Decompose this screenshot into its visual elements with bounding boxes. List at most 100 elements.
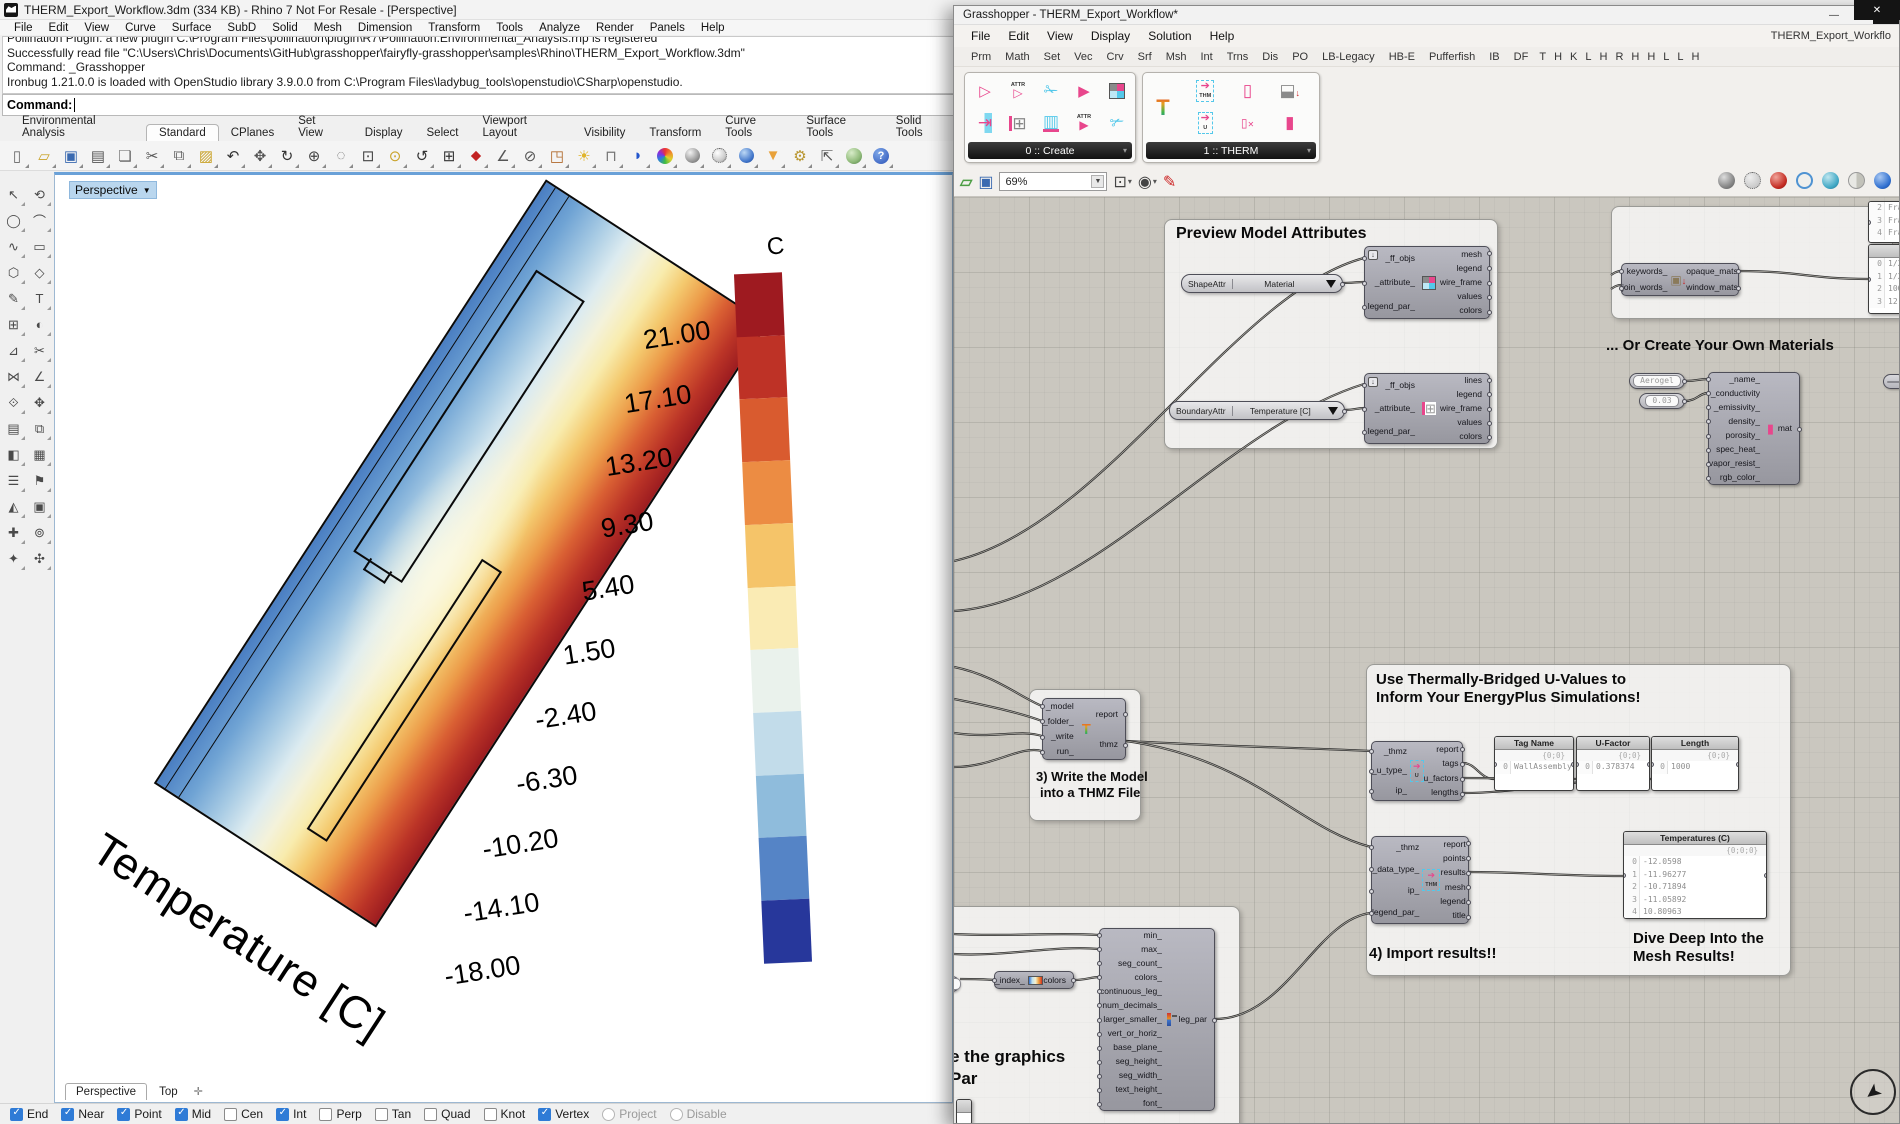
gh-category-tab-h[interactable]: H [1627, 51, 1643, 63]
checkbox-icon[interactable] [10, 1108, 23, 1121]
input-notch[interactable] [1362, 407, 1367, 412]
rhino-menu-help[interactable]: Help [693, 22, 733, 34]
gh-menu-edit[interactable]: Edit [999, 29, 1038, 43]
input-notch[interactable] [992, 978, 997, 983]
gh-conductivity-capsule[interactable]: 0.03 [1639, 393, 1685, 409]
rhino-toolbar-tab-viewport-layout[interactable]: Viewport Layout [470, 113, 572, 141]
sidebar-tool-icon-18[interactable]: ✥ [27, 390, 52, 415]
rhino-toolbar-tab-display[interactable]: Display [353, 125, 415, 141]
gh-menu-file[interactable]: File [962, 29, 999, 43]
checkbox-icon[interactable] [375, 1108, 388, 1121]
gh-component-legend-par[interactable]: min_max_seg_count_colors_continuous_leg_… [1099, 928, 1215, 1111]
rhino-toolbar-tab-transform[interactable]: Transform [637, 125, 713, 141]
output-notch[interactable] [1682, 379, 1687, 384]
fly-scissors-icon[interactable]: ✁ [1036, 76, 1066, 106]
input-notch[interactable] [1706, 434, 1711, 439]
sidebar-tool-icon-26[interactable]: ▣ [27, 494, 52, 519]
lock-icon[interactable]: ⊓ [598, 143, 624, 169]
gh-category-tab-h[interactable]: H [1688, 51, 1704, 63]
sidebar-tool-icon-1[interactable]: ↖ [1, 182, 26, 207]
osnap-tan[interactable]: Tan [375, 1107, 411, 1121]
shaded-sphere-icon[interactable] [679, 143, 705, 169]
rendered-sphere-icon[interactable] [733, 143, 759, 169]
output-notch[interactable] [1764, 873, 1767, 878]
input-notch[interactable] [1706, 476, 1711, 481]
sidebar-tool-icon-28[interactable]: ⊚ [27, 520, 52, 545]
osnap-point[interactable]: Point [117, 1107, 161, 1121]
input-notch[interactable] [1362, 305, 1367, 310]
rhino-toolbar-tab-environmental-analysis[interactable]: Environmental Analysis [10, 113, 146, 141]
dropdown-arrow-icon[interactable] [1326, 280, 1336, 288]
rhino-toolbar-tab-set-view[interactable]: Set View [286, 113, 353, 141]
cone-icon[interactable]: ▼ [760, 143, 786, 169]
sidebar-tool-icon-29[interactable]: ✦ [1, 546, 26, 571]
gh-category-tab-t[interactable]: T [1535, 51, 1550, 63]
zoom-level-combo[interactable]: 69% ▼ [999, 172, 1107, 191]
u-arrow-icon[interactable]: ➔U [1190, 108, 1220, 138]
gh-menu-help[interactable]: Help [1201, 29, 1244, 43]
output-notch[interactable] [1736, 762, 1739, 767]
help-icon[interactable]: ? [868, 143, 894, 169]
perspective-viewport[interactable]: Perspective ▼ Temperature [C] C 21.0017.… [54, 172, 953, 1103]
gh-category-tab-int[interactable]: Int [1193, 51, 1219, 63]
wireframe-preview-icon[interactable] [1744, 172, 1761, 189]
ghosted-sphere-icon[interactable] [706, 143, 732, 169]
new-viewport-tab-icon[interactable]: ✛ [190, 1083, 207, 1100]
sidebar-tool-icon-13[interactable]: ⊿ [1, 338, 26, 363]
checkbox-icon[interactable] [61, 1108, 74, 1121]
columns-icon[interactable]: ▥ [1036, 108, 1066, 138]
gh-component-write-thmz[interactable]: _model_folder__writerun_Treportthmz [1042, 698, 1126, 760]
zoom-dashed-icon[interactable]: ◌ [328, 143, 354, 169]
input-notch[interactable] [1369, 769, 1374, 774]
sidebar-tool-icon-12[interactable]: ◐ [27, 312, 52, 337]
output-notch[interactable] [1123, 712, 1128, 717]
paste-icon[interactable]: ▨ [193, 143, 219, 169]
output-notch[interactable] [1466, 900, 1471, 905]
camera-save-icon[interactable]: ⬓↓ [1275, 76, 1305, 106]
gh-category-tab-df[interactable]: DF [1507, 51, 1536, 63]
window-panes-icon[interactable]: ⊞ [1003, 108, 1033, 138]
value-list-shape-attr[interactable]: ShapeAttrMaterial [1181, 274, 1343, 293]
pan-icon[interactable]: ✥ [247, 143, 273, 169]
gh-category-tab-ib[interactable]: IB [1482, 51, 1506, 63]
output-notch[interactable] [1736, 286, 1741, 291]
undo-icon[interactable]: ↶ [220, 143, 246, 169]
osnap-int[interactable]: Int [276, 1107, 306, 1121]
input-notch[interactable] [1097, 1074, 1102, 1079]
sidebar-tool-icon-9[interactable]: ✎ [1, 286, 26, 311]
checkbox-icon[interactable] [484, 1108, 497, 1121]
input-notch[interactable] [1362, 383, 1367, 388]
output-notch[interactable] [1466, 915, 1471, 920]
output-notch[interactable] [1647, 762, 1650, 767]
gh-category-tab-l[interactable]: L [1673, 51, 1687, 63]
input-notch[interactable] [1097, 1088, 1102, 1093]
output-notch[interactable] [1123, 743, 1128, 748]
viewport-label[interactable]: Perspective ▼ [69, 181, 157, 199]
gh-component-import-results[interactable]: _thmz_data_type_ip_legend_par_➔THMreport… [1371, 836, 1469, 924]
rhino-toolbar-tab-standard[interactable]: Standard [146, 124, 219, 141]
save-document-icon[interactable]: ▣ [978, 172, 993, 192]
gh-panel-tag-name[interactable]: Tag Name{0;0}0WallAssembly [1494, 736, 1574, 791]
selected-preview-icon[interactable] [1796, 172, 1813, 189]
render-preview-icon[interactable] [1874, 172, 1891, 189]
checkbox-icon[interactable] [276, 1108, 289, 1121]
output-notch[interactable] [1571, 762, 1574, 767]
output-notch[interactable] [1487, 421, 1492, 426]
rotate-view-icon[interactable]: ↻ [274, 143, 300, 169]
gh-component-load-materials[interactable]: keywords_join_words_▣↓opaque_matswindow_… [1621, 263, 1739, 296]
rhino-menu-subd[interactable]: SubD [219, 22, 264, 34]
input-notch[interactable] [1369, 749, 1374, 754]
osnap-mid[interactable]: Mid [175, 1107, 211, 1121]
sidebar-tool-icon-10[interactable]: T [27, 286, 52, 311]
input-notch[interactable] [1097, 933, 1102, 938]
rhino-toolbar-tab-select[interactable]: Select [415, 125, 471, 141]
preview-eye-icon[interactable]: ◉▾ [1138, 172, 1157, 192]
sidebar-tool-icon-4[interactable]: ⌒ [27, 208, 52, 233]
rhino-menu-file[interactable]: File [6, 22, 41, 34]
sidebar-tool-icon-17[interactable]: ⟐ [1, 390, 26, 415]
gh-category-tab-srf[interactable]: Srf [1131, 51, 1159, 63]
sidebar-tool-icon-8[interactable]: ◇ [27, 260, 52, 285]
gh-category-tab-msh[interactable]: Msh [1159, 51, 1194, 63]
sidebar-tool-icon-15[interactable]: ⋈ [1, 364, 26, 389]
input-notch[interactable] [1097, 1060, 1102, 1065]
